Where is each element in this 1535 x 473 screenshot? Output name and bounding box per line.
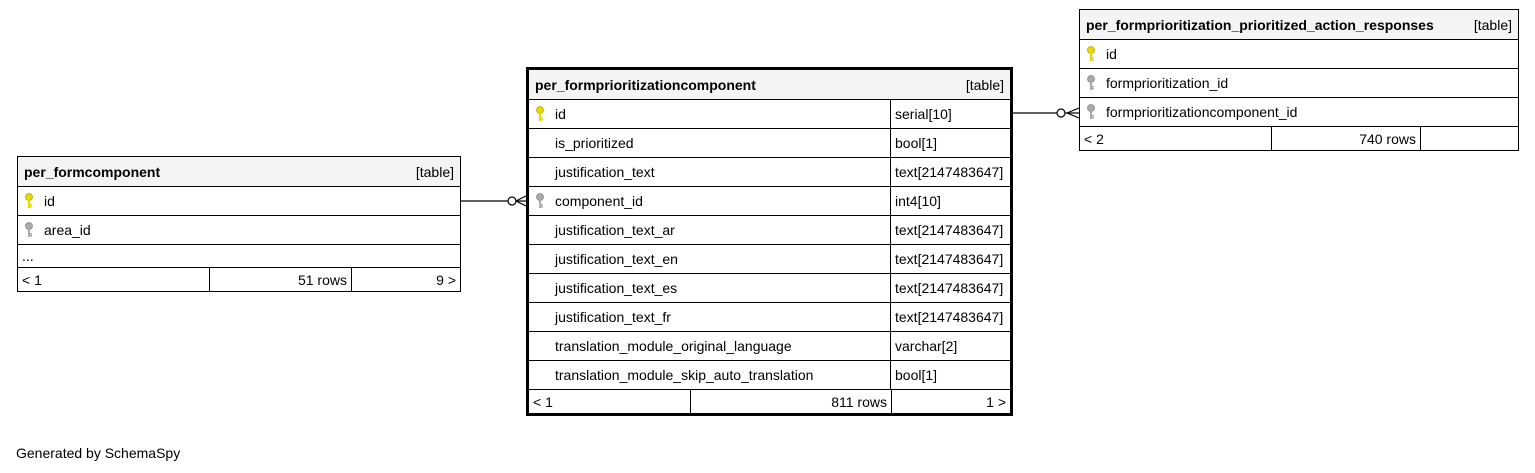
table-name: per_formprioritizationcomponent xyxy=(535,76,756,93)
primary-key-icon xyxy=(535,106,555,122)
primary-key-icon xyxy=(24,193,44,209)
column-name: translation_module_original_language xyxy=(555,338,792,354)
column-row[interactable]: justification_text_fr text[2147483647] xyxy=(529,303,1010,332)
column-row[interactable]: is_prioritized bool[1] xyxy=(529,129,1010,158)
column-row[interactable]: translation_module_original_language var… xyxy=(529,332,1010,361)
column-row[interactable]: id xyxy=(1080,40,1518,69)
foreign-key-icon xyxy=(1086,75,1106,91)
table-header: per_formcomponent [table] xyxy=(18,157,460,187)
column-name: formprioritization_id xyxy=(1106,75,1229,91)
column-type: text[2147483647] xyxy=(890,303,1010,331)
column-name: id xyxy=(1106,46,1117,62)
foreign-key-icon xyxy=(1086,104,1106,120)
column-type: bool[1] xyxy=(890,361,1010,389)
relationship-prioritizationcomponent-to-action-responses xyxy=(1013,107,1080,119)
column-name: justification_text_ar xyxy=(555,222,675,238)
column-type: text[2147483647] xyxy=(890,216,1010,244)
column-row[interactable]: justification_text_ar text[2147483647] xyxy=(529,216,1010,245)
table-footer: < 1 51 rows 9 > xyxy=(18,268,460,291)
table-footer: < 1 811 rows 1 > xyxy=(529,390,1010,413)
table-per-formprioritization-prioritized-action-responses[interactable]: per_formprioritization_prioritized_actio… xyxy=(1079,9,1519,151)
column-row[interactable]: justification_text_en text[2147483647] xyxy=(529,245,1010,274)
table-per-formcomponent[interactable]: per_formcomponent [table] id area_id ...… xyxy=(17,156,461,292)
column-name: justification_text_en xyxy=(555,251,678,267)
column-row[interactable]: formprioritizationcomponent_id xyxy=(1080,98,1518,127)
table-kind: [table] xyxy=(1473,16,1512,33)
row-count: 740 rows xyxy=(1271,127,1420,150)
parents-count[interactable]: < 1 xyxy=(18,268,209,291)
table-header: per_formprioritization_prioritized_actio… xyxy=(1080,10,1518,40)
column-type: int4[10] xyxy=(890,187,1010,215)
table-footer: < 2 740 rows xyxy=(1080,127,1518,150)
table-name: per_formcomponent xyxy=(24,163,161,180)
column-type: text[2147483647] xyxy=(890,274,1010,302)
parents-count[interactable]: < 1 xyxy=(529,390,690,413)
more-columns-indicator: ... xyxy=(18,245,460,268)
column-name: justification_text_es xyxy=(555,280,678,296)
column-name: id xyxy=(44,193,55,209)
column-name: component_id xyxy=(555,193,643,209)
column-type: text[2147483647] xyxy=(890,158,1010,186)
column-row[interactable]: justification_text_es text[2147483647] xyxy=(529,274,1010,303)
column-name: justification_text_fr xyxy=(555,309,671,325)
generated-by-caption: Generated by SchemaSpy xyxy=(16,445,181,461)
children-count[interactable] xyxy=(1420,127,1518,150)
column-row[interactable]: component_id int4[10] xyxy=(529,187,1010,216)
parents-count[interactable]: < 2 xyxy=(1080,127,1271,150)
column-row[interactable]: justification_text text[2147483647] xyxy=(529,158,1010,187)
relationship-formcomponent-to-prioritizationcomponent xyxy=(461,195,527,207)
column-name: id xyxy=(555,106,566,122)
column-row[interactable]: translation_module_skip_auto_translation… xyxy=(529,361,1010,390)
column-type: varchar[2] xyxy=(890,332,1010,360)
row-count: 811 rows xyxy=(690,390,891,413)
foreign-key-icon xyxy=(535,193,555,209)
table-per-formprioritizationcomponent[interactable]: per_formprioritizationcomponent [table] … xyxy=(526,67,1013,416)
children-count[interactable]: 9 > xyxy=(351,268,460,291)
column-name: is_prioritized xyxy=(555,135,634,151)
table-kind: [table] xyxy=(415,163,454,180)
children-count[interactable]: 1 > xyxy=(891,390,1010,413)
foreign-key-icon xyxy=(24,222,44,238)
column-row[interactable]: id xyxy=(18,187,460,216)
column-name: area_id xyxy=(44,222,91,238)
column-row[interactable]: id serial[10] xyxy=(529,100,1010,129)
table-kind: [table] xyxy=(965,76,1004,93)
column-type: bool[1] xyxy=(890,129,1010,157)
primary-key-icon xyxy=(1086,46,1106,62)
column-row[interactable]: area_id xyxy=(18,216,460,245)
column-name: translation_module_skip_auto_translation xyxy=(555,367,814,383)
row-count: 51 rows xyxy=(209,268,351,291)
column-type: serial[10] xyxy=(890,100,1010,128)
column-name: justification_text xyxy=(555,164,655,180)
table-header: per_formprioritizationcomponent [table] xyxy=(529,70,1010,100)
column-row[interactable]: formprioritization_id xyxy=(1080,69,1518,98)
column-name: formprioritizationcomponent_id xyxy=(1106,104,1298,120)
table-name: per_formprioritization_prioritized_actio… xyxy=(1086,16,1434,33)
column-type: text[2147483647] xyxy=(890,245,1010,273)
